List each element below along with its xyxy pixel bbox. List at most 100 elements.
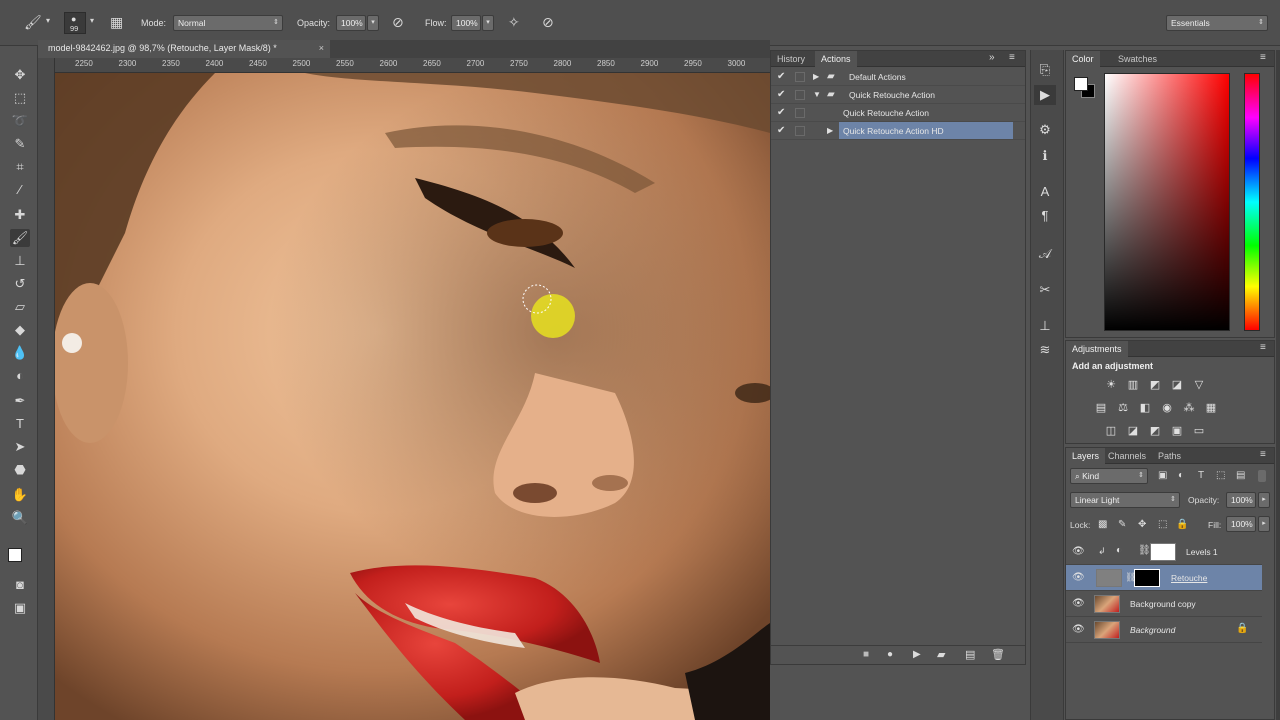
layer-row-retouche[interactable]: 👁 ⛓ Retouche	[1066, 565, 1262, 591]
screen-mode-icon[interactable]: ▣	[10, 599, 30, 617]
brush-panel-toggle-icon[interactable]: ▦	[110, 14, 123, 31]
gradient-map-icon[interactable]: ▭	[1192, 425, 1206, 437]
filter-adjustment-icon[interactable]: ◐	[1178, 470, 1184, 481]
tool-presets-icon[interactable]: ✂	[1034, 280, 1056, 300]
healing-brush-tool-icon[interactable]: ✚	[10, 206, 30, 224]
tab-color[interactable]: Color	[1066, 51, 1100, 67]
eye-icon[interactable]: 👁	[1072, 598, 1085, 609]
dialog-toggle-icon[interactable]	[795, 90, 805, 100]
fill-field[interactable]: 100%	[1226, 516, 1256, 532]
black-white-icon[interactable]: ◧	[1138, 402, 1152, 414]
brush-tool-icon[interactable]: 🖌	[24, 14, 42, 31]
filter-type-icon[interactable]: T	[1198, 470, 1204, 481]
photo-filter-icon[interactable]: ◉	[1160, 402, 1174, 414]
flow-field[interactable]: 100%	[451, 15, 481, 31]
tool-preset-arrow-icon[interactable]: ▾	[46, 16, 50, 25]
exposure-icon[interactable]: ◪	[1170, 379, 1184, 391]
dialog-toggle-icon[interactable]	[795, 72, 805, 82]
eraser-tool-icon[interactable]: ▱	[10, 298, 30, 316]
eye-icon[interactable]: 👁	[1072, 546, 1085, 557]
hue-slider[interactable]	[1244, 73, 1260, 331]
record-icon[interactable]: ●	[887, 649, 893, 660]
dialog-toggle-icon[interactable]	[795, 108, 805, 118]
paragraph-panel-icon[interactable]: ¶	[1034, 206, 1056, 226]
invert-icon[interactable]: ◫	[1104, 425, 1118, 437]
chain-link-icon[interactable]: ⛓	[1138, 545, 1151, 556]
tab-swatches[interactable]: Swatches	[1112, 51, 1163, 67]
tab-layers[interactable]: Layers	[1066, 448, 1106, 464]
quick-selection-tool-icon[interactable]: ✎	[10, 135, 30, 153]
brush-picker-arrow-icon[interactable]: ▾	[90, 16, 94, 25]
stop-icon[interactable]: ■	[863, 649, 869, 660]
collapse-triangle-icon[interactable]: ▼	[813, 90, 821, 99]
action-set-quick-retouche[interactable]: ✔ ▼ ▰ Quick Retouche Action	[771, 86, 1025, 104]
pressure-size-icon[interactable]: ⊘	[542, 14, 554, 31]
flow-dropdown-arrow[interactable]: ▾	[482, 15, 494, 31]
layer-row-background[interactable]: 👁 Background 🔒	[1066, 617, 1262, 643]
panel-menu-icon[interactable]: ≡	[1260, 342, 1266, 353]
layer-row-levels[interactable]: 👁 ↲ ◐ ⛓ Levels 1	[1066, 539, 1262, 565]
filter-pixel-icon[interactable]: ▣	[1158, 470, 1167, 481]
pressure-opacity-icon[interactable]: ⊘	[392, 14, 404, 31]
dialog-toggle-icon[interactable]	[795, 126, 805, 136]
glyphs-panel-icon[interactable]: 𝒜	[1034, 244, 1056, 264]
layer-opacity-field[interactable]: 100%	[1226, 492, 1256, 508]
quick-mask-icon[interactable]: ◙	[10, 576, 30, 594]
close-icon[interactable]: ×	[319, 43, 324, 53]
paint-bucket-tool-icon[interactable]: ◆	[10, 321, 30, 339]
layer-mask-thumbnail[interactable]	[1134, 569, 1160, 587]
panel-scrollbar[interactable]	[1276, 50, 1280, 720]
brush-preset-picker[interactable]: ● 99	[64, 12, 86, 34]
opacity-field[interactable]: 100%	[336, 15, 366, 31]
lock-position-icon[interactable]: ✥	[1138, 519, 1146, 530]
action-quick-retouche-hd[interactable]: ✔ ▶ Quick Retouche Action HD	[771, 122, 1025, 140]
actions-panel-icon[interactable]: ▶	[1034, 85, 1056, 105]
foreground-color-swatch[interactable]	[8, 548, 22, 562]
color-balance-icon[interactable]: ⚖	[1116, 402, 1130, 414]
expand-triangle-icon[interactable]: ▶	[827, 126, 833, 135]
filter-toggle[interactable]	[1258, 470, 1266, 482]
tab-history[interactable]: History	[771, 51, 811, 67]
blur-tool-icon[interactable]: 💧	[10, 344, 30, 362]
trash-icon[interactable]: 🗑	[991, 648, 1005, 661]
toggle-check-icon[interactable]: ✔	[777, 125, 785, 136]
hand-tool-icon[interactable]: ✋	[10, 486, 30, 504]
color-lookup-icon[interactable]: ▦	[1204, 402, 1218, 414]
layer-thumbnail[interactable]	[1094, 621, 1120, 639]
dodge-tool-icon[interactable]: ◐	[10, 367, 30, 385]
opacity-dropdown-arrow[interactable]: ▾	[367, 15, 379, 31]
hue-saturation-icon[interactable]: ▤	[1094, 402, 1108, 414]
collapse-icon[interactable]: »	[989, 52, 995, 63]
tab-channels[interactable]: Channels	[1102, 448, 1152, 464]
history-brush-tool-icon[interactable]: ↺	[10, 275, 30, 293]
info-panel-icon[interactable]: ℹ	[1034, 146, 1056, 166]
image-canvas[interactable]	[55, 73, 770, 720]
clone-source-icon[interactable]: ⊥	[1034, 316, 1056, 336]
new-set-folder-icon[interactable]: ▰	[937, 648, 945, 661]
layer-filter-dropdown[interactable]: ⌕ Kind ⇕	[1070, 468, 1148, 484]
channel-mixer-icon[interactable]: ⁂	[1182, 402, 1196, 414]
lock-transparent-icon[interactable]: ▩	[1098, 519, 1107, 530]
action-set-default[interactable]: ✔ ▶ ▰ Default Actions	[771, 68, 1025, 86]
filter-smart-object-icon[interactable]: ▤	[1236, 470, 1245, 481]
tab-paths[interactable]: Paths	[1152, 448, 1187, 464]
color-spectrum-field[interactable]	[1104, 73, 1230, 331]
tab-adjustments[interactable]: Adjustments	[1066, 341, 1128, 357]
type-tool-icon[interactable]: T	[10, 415, 30, 433]
curves-icon[interactable]: ◩	[1148, 379, 1162, 391]
airbrush-icon[interactable]: ✧	[508, 14, 520, 31]
vibrance-icon[interactable]: ▽	[1192, 379, 1206, 391]
play-icon[interactable]: ▶	[913, 649, 921, 660]
action-quick-retouche[interactable]: ✔ Quick Retouche Action	[771, 104, 1025, 122]
new-action-icon[interactable]: ▤	[965, 648, 975, 661]
expand-triangle-icon[interactable]: ▶	[813, 72, 819, 81]
layer-thumbnail[interactable]	[1096, 569, 1122, 587]
levels-icon[interactable]: ▥	[1126, 379, 1140, 391]
properties-panel-icon[interactable]: ⚙	[1034, 120, 1056, 140]
brush-tool-icon[interactable]: 🖌	[10, 229, 30, 247]
eye-icon[interactable]: 👁	[1072, 572, 1085, 583]
layer-row-background-copy[interactable]: 👁 Background copy	[1066, 591, 1262, 617]
layer-thumbnail[interactable]	[1094, 595, 1120, 613]
panel-menu-icon[interactable]: ≡	[1260, 52, 1266, 63]
fill-arrow[interactable]: ▸	[1258, 516, 1270, 532]
